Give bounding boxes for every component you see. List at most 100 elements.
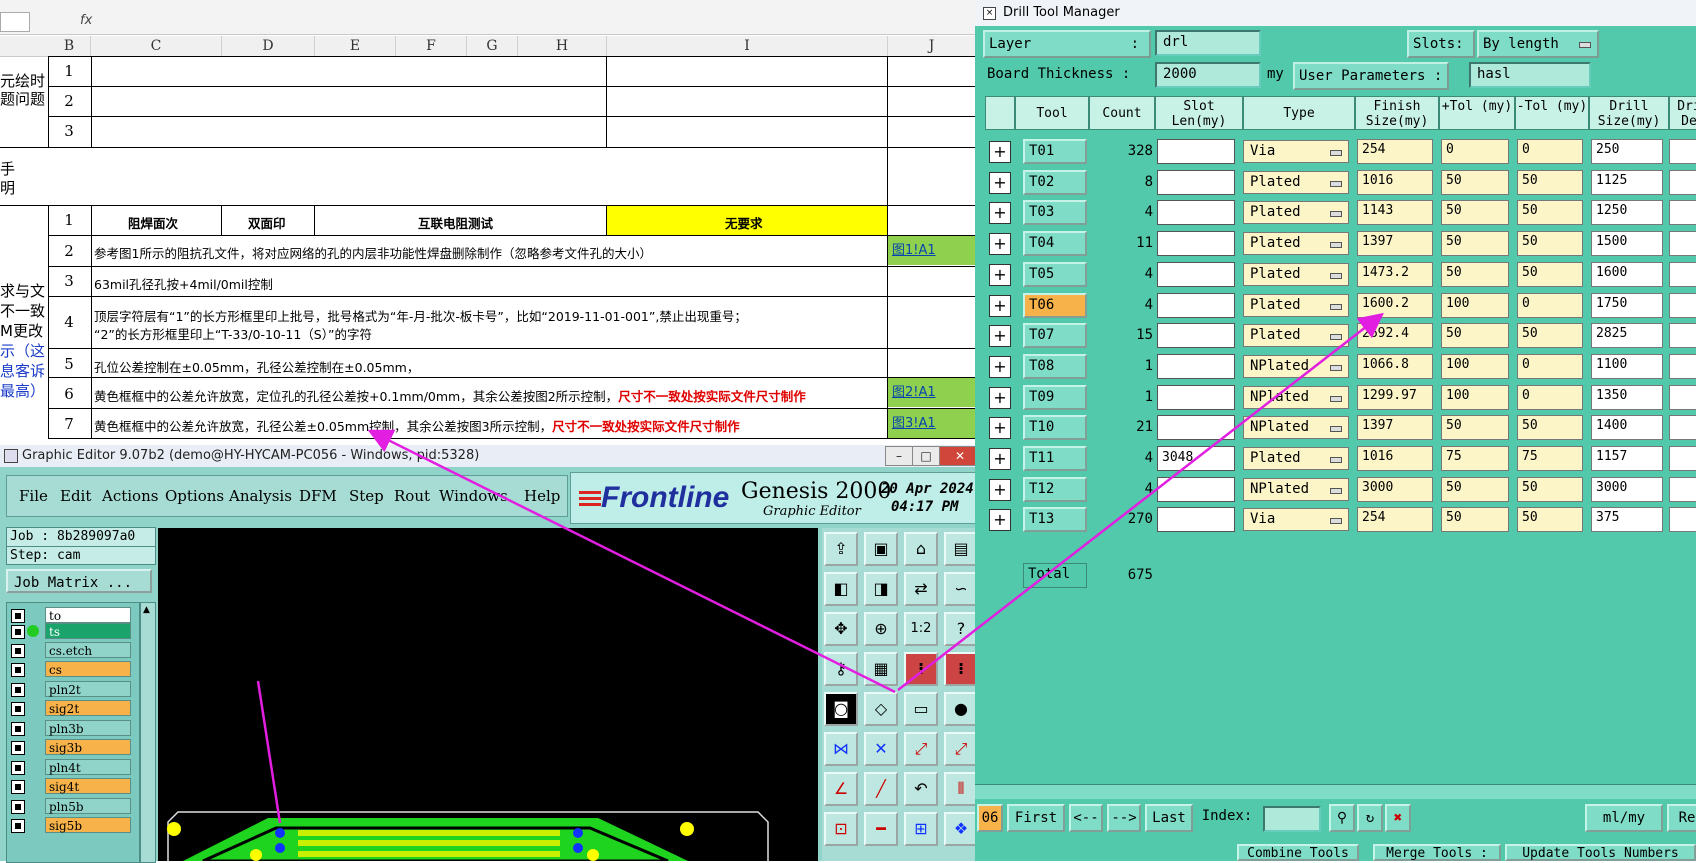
menu-rout[interactable]: Rout <box>394 487 430 505</box>
drill-row[interactable]: + T08 1 NPlated 1066.8 100 0 1100 <box>985 351 1696 382</box>
layer-name[interactable]: sig2t <box>45 700 131 716</box>
drill-tool-icon[interactable]: ⁝ <box>904 652 938 686</box>
minus-tol-input[interactable]: 0 <box>1517 384 1583 410</box>
drill-depth-input[interactable] <box>1669 200 1696 226</box>
layer-row[interactable]: to <box>11 607 133 624</box>
cross-icon[interactable]: ✕ <box>864 732 898 766</box>
drill-depth-input[interactable] <box>1669 261 1696 287</box>
slot-length-input[interactable] <box>1157 507 1235 533</box>
type-dropdown[interactable]: NPlated <box>1243 477 1349 501</box>
plus-tol-input[interactable]: 75 <box>1441 446 1509 471</box>
select-icon[interactable]: ◇ <box>864 692 898 726</box>
link-cell-fig2[interactable]: 图2!A1 <box>888 378 975 407</box>
expand-plus-icon[interactable]: + <box>989 417 1011 440</box>
type-dropdown[interactable]: NPlated <box>1243 385 1349 409</box>
grid-icon[interactable]: ▦ <box>864 652 898 686</box>
menu-file[interactable]: File <box>19 487 48 505</box>
layer-name[interactable]: cs <box>45 661 131 677</box>
col-header-i[interactable]: I <box>607 36 888 56</box>
menu-step[interactable]: Step <box>349 487 384 505</box>
minus-tol-input[interactable]: 50 <box>1517 323 1583 349</box>
drill-depth-input[interactable] <box>1669 231 1696 257</box>
drill-row[interactable]: + T04 11 Plated 1397 50 50 1500 <box>985 228 1696 259</box>
slot-length-input[interactable] <box>1157 261 1235 287</box>
drill-depth-input[interactable] <box>1669 139 1696 164</box>
drill-row[interactable]: + T05 4 Plated 1473.2 50 50 1600 <box>985 259 1696 290</box>
cell-requirement[interactable]: 63mil孔径孔按+4mil/0mil控制 <box>94 274 273 293</box>
units-dropdown[interactable]: ml/my <box>1585 804 1663 832</box>
layer-row[interactable]: cs.etch <box>11 642 133 659</box>
dash-icon[interactable]: ━ <box>864 812 898 846</box>
net-icon[interactable]: ⋈ <box>824 732 858 766</box>
route-icon[interactable]: ⤢ <box>904 732 938 766</box>
drill-size-input[interactable]: 1600 <box>1591 261 1663 287</box>
layer-name[interactable]: sig4t <box>45 778 131 794</box>
type-dropdown[interactable]: Plated <box>1243 232 1349 256</box>
cell-interconnect-test[interactable]: 互联电阻测试 <box>418 213 493 232</box>
angle-icon[interactable]: ∠ <box>824 772 858 806</box>
expand-plus-icon[interactable]: + <box>989 509 1011 532</box>
col-header-e[interactable]: E <box>315 36 396 56</box>
drill-depth-input[interactable] <box>1669 384 1696 410</box>
menu-windows[interactable]: Windows <box>439 487 508 505</box>
plus-tol-input[interactable]: 50 <box>1441 231 1509 257</box>
index-input[interactable] <box>1263 806 1321 832</box>
drill-size-input[interactable]: 1500 <box>1591 231 1663 257</box>
prev-button[interactable]: <-- <box>1069 804 1103 832</box>
zoom-left-icon[interactable]: ◧ <box>824 572 858 606</box>
last-button[interactable]: Last <box>1145 804 1193 832</box>
type-dropdown[interactable]: Plated <box>1243 447 1349 470</box>
layer-checkbox[interactable] <box>11 722 25 736</box>
drill-size-input[interactable]: 1157 <box>1591 446 1663 471</box>
window-split-icon[interactable]: ▤ <box>944 532 978 566</box>
expand-plus-icon[interactable]: + <box>989 294 1011 317</box>
cell-solder-sides[interactable]: 阻焊面次 <box>128 213 178 232</box>
layer-row[interactable]: sig2t <box>11 700 133 717</box>
type-dropdown[interactable]: Plated <box>1243 201 1349 225</box>
finish-size-input[interactable]: 3000 <box>1357 476 1433 502</box>
type-dropdown[interactable]: NPlated <box>1243 416 1349 440</box>
col-header-d[interactable]: D <box>222 36 315 56</box>
menu-actions[interactable]: Actions <box>102 487 158 505</box>
layer-checkbox[interactable] <box>11 663 25 677</box>
drill-size-input[interactable]: 1350 <box>1591 384 1663 410</box>
layer-row[interactable]: sig3b <box>11 739 133 756</box>
finish-size-input[interactable]: 254 <box>1357 139 1433 164</box>
tool-button[interactable]: T04 <box>1023 231 1087 257</box>
tool-button[interactable]: T05 <box>1023 261 1087 287</box>
minus-tol-input[interactable]: 75 <box>1517 446 1583 471</box>
layer-name[interactable]: pln5b <box>45 798 131 814</box>
minus-tol-input[interactable]: 50 <box>1517 415 1583 441</box>
layer-row[interactable]: sig5b <box>11 817 133 834</box>
slot-length-input[interactable] <box>1157 231 1235 257</box>
col-header-g[interactable]: G <box>467 36 518 56</box>
minus-tol-input[interactable]: 50 <box>1517 200 1583 226</box>
cell-requirement[interactable]: 黄色框框中的公差允许放宽，孔径公差±0.05mm控制，其余公差按图3所示控制，尺… <box>94 416 740 435</box>
layer-checkbox[interactable] <box>11 683 25 697</box>
drill-size-input[interactable]: 2825 <box>1591 323 1663 349</box>
tool-button[interactable]: T09 <box>1023 384 1087 410</box>
drill-row[interactable]: + T13 270 Via 254 50 50 375 <box>985 504 1696 535</box>
layer-row[interactable]: pln5b <box>11 798 133 815</box>
type-dropdown[interactable]: Plated <box>1243 324 1349 348</box>
minus-tol-input[interactable]: 50 <box>1517 261 1583 287</box>
finish-size-input[interactable]: 1143 <box>1357 200 1433 226</box>
drill-size-input[interactable]: 3000 <box>1591 476 1663 502</box>
link-cell-fig3[interactable]: 图3!A1 <box>888 409 975 438</box>
finish-size-input[interactable]: 1066.8 <box>1357 353 1433 379</box>
key-icon[interactable]: ⚷ <box>824 652 858 686</box>
plus-tol-input[interactable]: 50 <box>1441 169 1509 195</box>
type-dropdown[interactable]: Plated <box>1243 293 1349 317</box>
cell-requirement[interactable]: 顶层字符层有“1”的长方形框里印上批号，批号格式为“年-月-批次-板卡号”，比如… <box>94 306 747 325</box>
slots-dropdown[interactable]: By length <box>1477 30 1599 58</box>
merge-tools-button[interactable]: Merge Tools : <box>1373 844 1501 861</box>
drill-row[interactable]: + T07 15 Plated 2692.4 50 50 2825 <box>985 320 1696 351</box>
fit-all-icon[interactable]: ✥ <box>824 612 858 646</box>
mirror-icon[interactable]: ⫴ <box>944 772 978 806</box>
layer-row[interactable]: sig4t <box>11 778 133 795</box>
job-matrix-button[interactable]: Job Matrix ... <box>6 569 152 593</box>
layer-name[interactable]: pln3b <box>45 720 131 736</box>
horizontal-scrollbar[interactable] <box>975 784 1696 799</box>
type-dropdown[interactable]: Via <box>1243 140 1349 163</box>
slot-length-input[interactable] <box>1157 323 1235 349</box>
